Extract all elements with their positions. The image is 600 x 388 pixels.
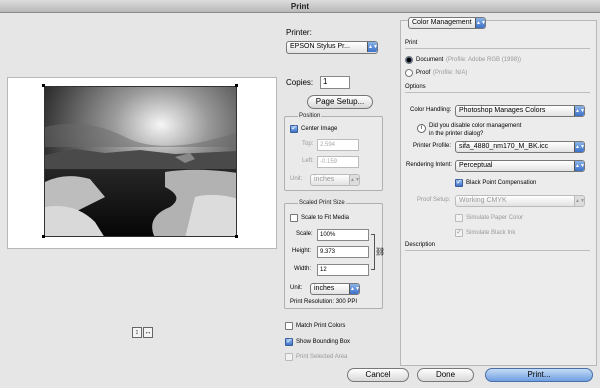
color-handling-dropdown[interactable]: Photoshop Manages Colors ▲▼: [455, 105, 585, 117]
options-section-label: Options: [405, 84, 426, 90]
chevron-updown-icon: ▲▼: [367, 42, 378, 52]
scaled-print-size-title: Scaled Print Size: [298, 200, 346, 206]
printer-label: Printer:: [286, 28, 312, 37]
simulate-paper-checkbox[interactable]: [455, 214, 463, 222]
chevron-updown-icon: ▲▼: [574, 142, 585, 152]
printer-profile-value: sifa_4880_nm170_M_BK.icc: [459, 143, 549, 150]
document-radio[interactable]: [405, 56, 413, 64]
show-bounding-box-checkbox[interactable]: ✓: [285, 338, 293, 346]
show-bounding-box-label: Show Bounding Box: [296, 339, 351, 345]
match-print-colors-label: Match Print Colors: [296, 323, 346, 329]
page-setup-button[interactable]: Page Setup...: [307, 95, 373, 109]
chevron-updown-icon: ▲▼: [349, 284, 360, 294]
color-handling-value: Photoshop Manages Colors: [459, 107, 546, 114]
window-title: Print: [0, 0, 600, 13]
width-input[interactable]: 12: [317, 264, 369, 276]
chain-link-icon[interactable]: ⛓: [375, 247, 385, 256]
proof-setup-value: Working CMYK: [459, 197, 507, 204]
printer-profile-label: Printer Profile:: [413, 143, 452, 149]
print-button[interactable]: Print...: [485, 368, 593, 382]
printer-profile-dropdown[interactable]: sifa_4880_nm170_M_BK.icc ▲▼: [455, 141, 585, 153]
rendering-intent-value: Perceptual: [459, 162, 493, 169]
description-label: Description: [405, 242, 436, 248]
scale-label: Scale:: [296, 231, 313, 237]
top-label: Top:: [302, 141, 314, 147]
print-separator: [405, 48, 590, 49]
scaled-unit-label: Unit:: [290, 285, 303, 291]
landscape-orientation-icon[interactable]: ↔: [143, 327, 153, 338]
copies-input[interactable]: 1: [320, 76, 350, 89]
color-handling-label: Color Handling:: [410, 107, 452, 113]
black-point-label: Black Point Compensation: [466, 180, 537, 186]
orientation-buttons: ↕ ↔: [132, 327, 154, 338]
top-input[interactable]: 2.594: [317, 139, 359, 151]
scale-to-fit-checkbox[interactable]: [290, 214, 298, 222]
simulate-ink-label: Simulate Black Ink: [466, 230, 516, 236]
height-label: Height:: [292, 248, 312, 254]
print-section-label: Print: [405, 40, 418, 46]
height-input[interactable]: 9.373: [317, 246, 369, 258]
portrait-orientation-icon[interactable]: ↕: [132, 327, 142, 338]
document-label: Document: [416, 57, 444, 63]
crop-handle-top-right[interactable]: [235, 84, 238, 87]
chevron-updown-icon: ▲▼: [349, 175, 360, 185]
printer-dropdown[interactable]: EPSON Stylus Pr... ▲▼: [286, 41, 378, 54]
proof-setup-label: Proof Setup:: [417, 197, 451, 203]
proof-label: Proof: [416, 70, 431, 76]
color-management-value: Color Management: [412, 19, 472, 26]
print-selected-area-checkbox[interactable]: [285, 353, 293, 361]
proof-radio[interactable]: [405, 69, 413, 77]
done-button[interactable]: Done: [417, 368, 474, 382]
landscape-photo: [45, 87, 236, 236]
center-image-checkbox[interactable]: ✓: [290, 125, 298, 133]
crop-handle-bottom-right[interactable]: [235, 235, 238, 238]
rendering-intent-dropdown[interactable]: Perceptual ▲▼: [455, 160, 585, 172]
center-image-label: Center Image: [301, 126, 338, 132]
color-management-warning: Did you disable color management in the …: [429, 123, 522, 137]
options-separator: [405, 92, 590, 93]
position-unit-dropdown[interactable]: inches ▲▼: [310, 174, 360, 186]
width-label: Width:: [294, 266, 312, 272]
info-icon: i: [417, 124, 426, 133]
position-title: Position: [298, 113, 322, 119]
simulate-paper-label: Simulate Paper Color: [466, 215, 524, 221]
match-print-colors-checkbox[interactable]: [285, 322, 293, 330]
scaled-unit-value: inches: [314, 285, 335, 292]
position-unit-label: Unit:: [290, 176, 303, 182]
print-resolution-text: Print Resolution: 300 PPI: [290, 299, 358, 305]
preview-image[interactable]: [44, 86, 237, 237]
simulate-ink-checkbox[interactable]: ✓: [455, 229, 463, 237]
printer-value: EPSON Stylus Pr...: [290, 43, 350, 50]
document-profile-text: (Profile: Adobe RGB (1998)): [446, 57, 522, 63]
color-management-dropdown[interactable]: Color Management ▲▼: [408, 17, 486, 29]
chevron-updown-icon: ▲▼: [574, 161, 585, 171]
rendering-intent-label: Rendering Intent:: [406, 162, 453, 168]
position-unit-value: inches: [314, 176, 335, 183]
chevron-updown-icon: ▲▼: [475, 18, 486, 28]
print-selected-area-label: Print Selected Area: [296, 354, 348, 360]
proof-profile-text: (Profile: N/A): [433, 70, 468, 76]
cancel-button[interactable]: Cancel: [347, 368, 409, 382]
copies-label: Copies:: [286, 78, 314, 87]
chevron-updown-icon: ▲▼: [574, 106, 585, 116]
scaled-unit-dropdown[interactable]: inches ▲▼: [310, 283, 360, 295]
crop-handle-bottom-left[interactable]: [42, 235, 45, 238]
left-label: Left:: [302, 158, 314, 164]
chevron-updown-icon: ▲▼: [574, 196, 585, 206]
proof-setup-dropdown[interactable]: Working CMYK ▲▼: [455, 195, 585, 207]
scale-input[interactable]: 100%: [317, 229, 369, 241]
black-point-checkbox[interactable]: ✓: [455, 179, 463, 187]
description-separator: [405, 250, 590, 251]
crop-handle-top-left[interactable]: [42, 84, 45, 87]
scale-to-fit-label: Scale to Fit Media: [301, 215, 350, 221]
left-input[interactable]: -0.159: [317, 156, 359, 168]
